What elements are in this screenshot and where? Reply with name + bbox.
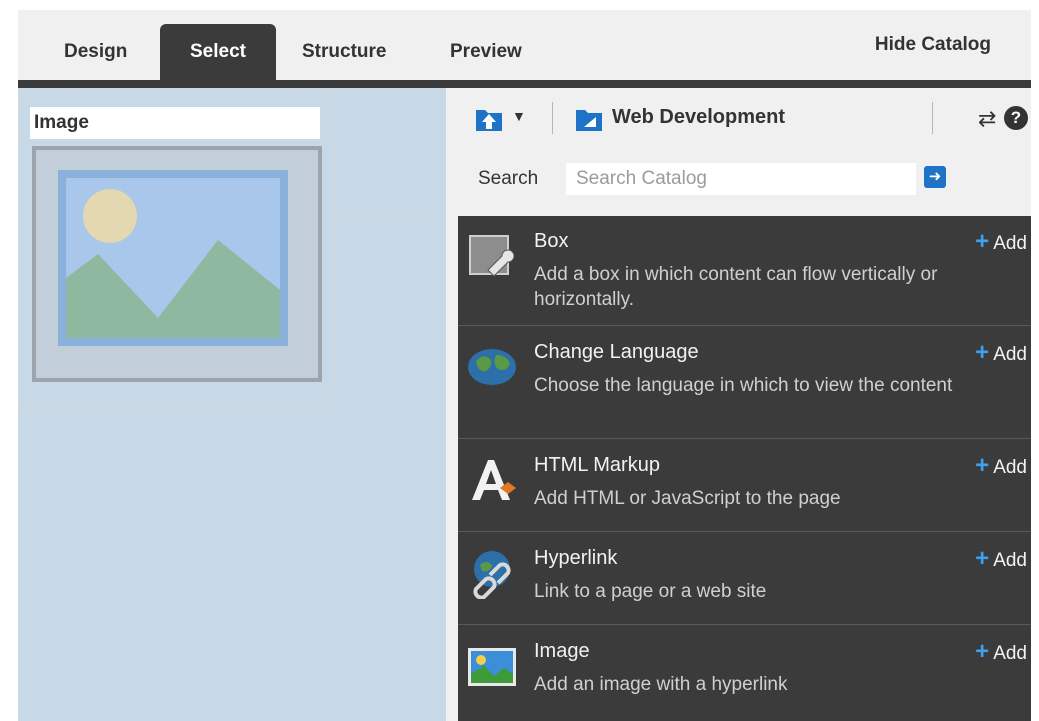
tab-select[interactable]: Select <box>160 24 276 80</box>
plus-icon: + <box>975 452 990 479</box>
toolbar-divider <box>552 102 553 134</box>
image-placeholder-icon <box>58 170 288 346</box>
image-component-preview[interactable] <box>32 146 322 382</box>
add-button[interactable]: + Add <box>975 640 1027 665</box>
search-input[interactable] <box>566 163 916 195</box>
add-label: Add <box>993 550 1027 571</box>
toolbar-divider <box>932 102 933 134</box>
list-item[interactable]: Change Language + Add Choose the language… <box>458 327 1031 439</box>
item-description: Link to a page or a web site <box>534 581 767 602</box>
current-folder-label[interactable]: Web Development <box>612 106 785 129</box>
mode-tab-bar: Design Select Structure Preview Hide Cat… <box>18 10 1031 88</box>
add-button[interactable]: + Add <box>975 230 1027 255</box>
catalog-item-list: Box + Add Add a box in which content can … <box>458 216 1031 721</box>
list-item[interactable]: Hyperlink + Add Link to a page or a web s… <box>458 533 1031 625</box>
chevron-down-icon[interactable]: ▼ <box>512 108 526 124</box>
html-markup-icon <box>466 454 518 506</box>
item-description: Add an image with a hyperlink <box>534 674 788 695</box>
item-name: Change Language <box>534 341 699 363</box>
search-go-button[interactable]: ➜ <box>924 166 946 188</box>
add-button[interactable]: + Add <box>975 454 1027 479</box>
component-catalog-panel: ▼ Web Development ⇄ ? Search ➜ Box <box>446 88 1031 721</box>
search-label: Search <box>478 168 539 189</box>
image-component-title[interactable]: Image <box>30 107 320 139</box>
add-label: Add <box>993 457 1027 478</box>
item-description: Add HTML or JavaScript to the page <box>534 488 841 509</box>
add-button[interactable]: + Add <box>975 341 1027 366</box>
box-wrench-icon <box>466 230 518 282</box>
list-item[interactable]: Box + Add Add a box in which content can … <box>458 216 1031 326</box>
add-label: Add <box>993 233 1027 254</box>
item-name: Hyperlink <box>534 547 618 569</box>
list-item[interactable]: Image + Add Add an image with a hyperlink <box>458 626 1031 721</box>
folder-up-icon[interactable] <box>474 105 504 138</box>
hyperlink-icon <box>466 547 518 600</box>
plus-icon: + <box>975 339 990 366</box>
tab-design[interactable]: Design <box>58 24 133 80</box>
add-label: Add <box>993 344 1027 365</box>
plus-icon: + <box>975 228 990 255</box>
item-description: Choose the language in which to view the… <box>534 375 953 396</box>
item-name: HTML Markup <box>534 454 660 476</box>
add-button[interactable]: + Add <box>975 547 1027 572</box>
catalog-search-row: Search ➜ <box>446 160 1031 200</box>
item-name: Image <box>534 640 590 662</box>
item-description: Add a box in which content can flow vert… <box>534 264 938 310</box>
page-canvas: Image <box>18 88 446 721</box>
refresh-icon[interactable]: ⇄ <box>978 106 996 132</box>
tab-structure[interactable]: Structure <box>296 24 392 80</box>
list-item[interactable]: HTML Markup + Add Add HTML or JavaScript … <box>458 440 1031 532</box>
folder-icon <box>574 105 604 138</box>
image-icon <box>466 640 518 692</box>
globe-icon <box>466 341 518 393</box>
plus-icon: + <box>975 638 990 665</box>
catalog-toolbar: ▼ Web Development ⇄ ? <box>446 88 1031 146</box>
hide-catalog-link[interactable]: Hide Catalog <box>875 24 991 66</box>
help-icon[interactable]: ? <box>1004 106 1028 130</box>
layout-guide-line <box>336 212 446 213</box>
tab-preview[interactable]: Preview <box>444 24 528 80</box>
plus-icon: + <box>975 545 990 572</box>
add-label: Add <box>993 643 1027 664</box>
item-name: Box <box>534 230 569 252</box>
